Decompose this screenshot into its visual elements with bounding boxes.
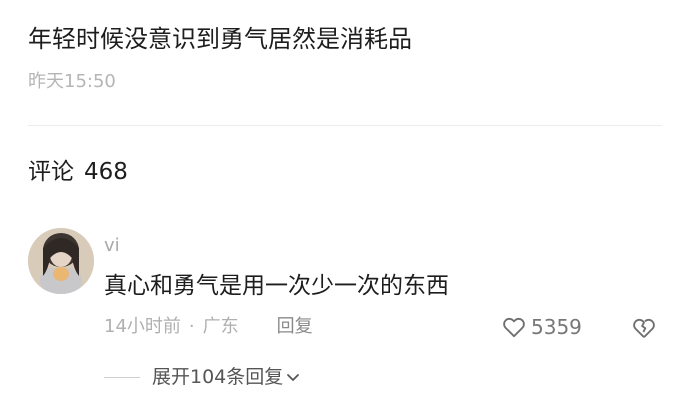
- comments-label: 评论: [28, 159, 74, 185]
- reply-button[interactable]: 回复: [277, 314, 313, 340]
- expand-replies-label[interactable]: 展开104条回复: [152, 364, 283, 390]
- post-timestamp: 昨天15:50: [28, 71, 116, 92]
- like-count: 5359: [531, 315, 582, 339]
- comment-location: 广东: [202, 316, 239, 337]
- broken-heart-icon[interactable]: [631, 315, 657, 341]
- post-text: 年轻时候没意识到勇气居然是消耗品: [28, 25, 412, 53]
- chevron-down-icon[interactable]: [285, 369, 301, 385]
- section-divider: [28, 125, 662, 126]
- comments-header: 评论 468: [28, 156, 128, 188]
- heart-outline-icon[interactable]: [501, 314, 527, 340]
- like-button[interactable]: 5359: [501, 313, 582, 341]
- comment-time: 14小时前: [104, 316, 181, 337]
- avatar[interactable]: [28, 228, 94, 294]
- avatar-image: [28, 228, 94, 294]
- comments-count: 468: [84, 159, 128, 185]
- meta-separator: ·: [188, 316, 195, 337]
- comment-username[interactable]: vi: [104, 234, 120, 258]
- comment-text: 真心和勇气是用一次少一次的东西: [104, 273, 449, 299]
- comment-meta: 14小时前 · 广东 回复: [104, 314, 313, 340]
- expand-replies-button[interactable]: 展开104条回复: [104, 364, 301, 390]
- expand-line: [104, 376, 140, 378]
